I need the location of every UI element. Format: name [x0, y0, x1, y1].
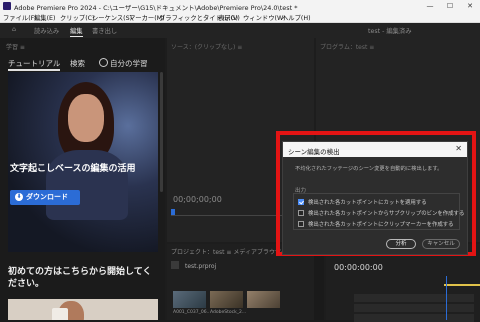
create-clip-markers-checkbox[interactable] [298, 221, 304, 227]
clip-label: A001_C037_06... [173, 310, 211, 315]
dialog-close-button[interactable]: ✕ [455, 144, 462, 153]
tab-tutorials[interactable]: チュートリアル [8, 58, 60, 69]
clip-thumbnail[interactable] [210, 291, 243, 308]
analyze-button[interactable]: 分析 [386, 239, 416, 249]
project-status: test - 編集済み [368, 28, 412, 35]
workspace-bar: ⌂ 読み込み 編集 書き出し test - 編集済み [0, 23, 480, 38]
option-label: 検出された各カットポイントにクリップマーカーを作成する [308, 222, 454, 228]
download-icon: ⬇ [15, 193, 23, 201]
source-timecode[interactable]: 00;00;00;00 [173, 195, 222, 204]
premiere-app-icon [3, 2, 11, 10]
cancel-button[interactable]: キャンセル [422, 239, 460, 249]
learn-scrollbar[interactable] [160, 72, 163, 192]
tutorial-hero-card[interactable]: 文字起こしベースの編集の活用 ⬇ ダウンロード [8, 72, 158, 252]
maximize-button[interactable]: ☐ [440, 0, 460, 12]
menu-help[interactable]: ヘルプ(H) [282, 13, 311, 22]
learn-panel-header: 学習 ≡ [6, 44, 25, 51]
menu-clip[interactable]: クリップ(C) [60, 13, 95, 22]
clip-thumbnail[interactable] [247, 291, 280, 308]
clip-label: AdobeStock_2... [210, 310, 247, 315]
window-title: Adobe Premiere Pro 2024 - C:\ユーザー\G15\ドキ… [14, 4, 298, 12]
workspace-export[interactable]: 書き出し [92, 26, 117, 35]
workspace-import[interactable]: 読み込み [34, 26, 59, 35]
source-monitor-header: ソース：(クリップなし) ≡ [171, 44, 243, 51]
menu-window[interactable]: ウィンドウ(W) [243, 13, 286, 22]
workspace-edit[interactable]: 編集 [70, 26, 83, 35]
scene-edit-detection-dialog: シーン編集の検出 ✕ 不均化されたフッテージのシーン変更を自動的に検出します。 … [282, 141, 468, 255]
project-file-name: test.prproj [185, 263, 217, 270]
active-tab-underline [8, 69, 60, 71]
active-workspace-underline [70, 36, 83, 37]
getting-started-heading: 初めての方はこちらから開始してください。 [8, 267, 152, 289]
menu-sequence[interactable]: シーケンス(S) [92, 13, 132, 22]
clip-thumbnail[interactable] [173, 291, 206, 308]
dialog-header: シーン編集の検出 ✕ [283, 142, 467, 157]
menu-edit[interactable]: 編集(E) [34, 13, 56, 22]
close-window-button[interactable]: ✕ [460, 0, 480, 12]
home-icon[interactable]: ⌂ [12, 26, 16, 33]
download-button[interactable]: ⬇ ダウンロード [10, 190, 80, 205]
learn-panel: 学習 ≡ チュートリアル 検索 自分の学習 文字起こしベースの編集の活用 ⬇ ダ… [0, 38, 165, 320]
option-apply-cut[interactable]: 検出された各カットポイントにカットを適用する [298, 198, 427, 206]
timeline-track[interactable] [354, 314, 474, 322]
dialog-description: 不均化されたフッテージのシーン変更を自動的に検出します。 [295, 166, 443, 172]
getting-started-thumbnail[interactable] [8, 299, 158, 320]
create-subclip-bin-checkbox[interactable] [298, 210, 304, 216]
tab-my-learning[interactable]: 自分の学習 [110, 58, 148, 69]
option-create-subclip-bin[interactable]: 検出された各カットポイントからサブクリップのビンを作成する [298, 209, 464, 217]
project-panel-tabs[interactable]: プロジェクト：test ≡ メディアブラウザー [171, 247, 287, 256]
minimize-button[interactable]: — [420, 0, 440, 12]
timeline-track[interactable] [354, 304, 474, 312]
menu-view[interactable]: 表示(V) [218, 13, 240, 22]
presenter-body [46, 150, 128, 220]
timeline-track[interactable] [354, 294, 474, 302]
presenter-face [68, 94, 104, 142]
timeline-playhead[interactable] [446, 276, 447, 320]
timeline-timecode[interactable]: 00:00:00:00 [334, 263, 383, 272]
menu-bar: ファイル(F) 編集(E) クリップ(C) シーケンス(S) マーカー(M) グ… [0, 12, 480, 23]
apply-cut-checkbox[interactable] [298, 199, 304, 205]
dialog-title: シーン編集の検出 [288, 148, 340, 156]
program-monitor-header: プログラム：test ≡ [320, 44, 375, 51]
title-bar: Adobe Premiere Pro 2024 - C:\ユーザー\G15\ドキ… [0, 0, 480, 12]
tab-search[interactable]: 検索 [70, 58, 85, 69]
option-create-clip-markers[interactable]: 検出された各カットポイントにクリップマーカーを作成する [298, 220, 454, 228]
menu-file[interactable]: ファイル(F) [3, 13, 37, 22]
option-label: 検出された各カットポイントにカットを適用する [308, 200, 427, 206]
folder-icon [171, 261, 179, 269]
user-icon [99, 58, 108, 67]
option-label: 検出された各カットポイントからサブクリップのビンを作成する [308, 211, 465, 217]
download-label: ダウンロード [26, 193, 68, 201]
hero-title: 文字起こしベースの編集の活用 [10, 164, 136, 174]
thumbnail-cup [52, 308, 68, 320]
work-area-bar[interactable] [444, 284, 480, 286]
output-options-group: 検出された各カットポイントにカットを適用する 検出された各カットポイントからサブ… [293, 193, 464, 230]
